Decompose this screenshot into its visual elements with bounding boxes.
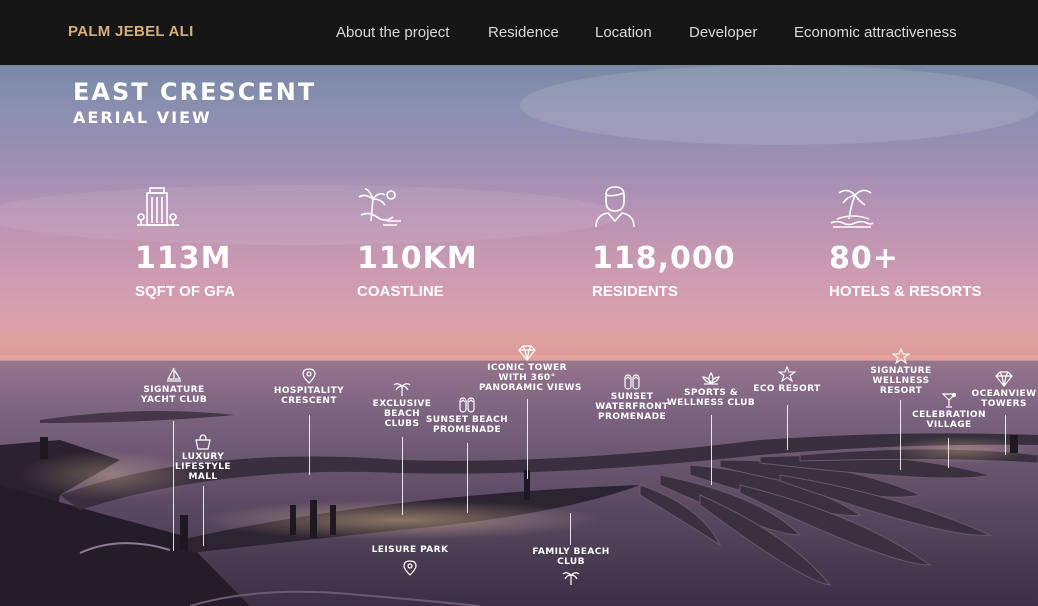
poi-line — [1005, 415, 1006, 455]
poi-leisure-park[interactable]: LEISURE PARK — [368, 545, 452, 578]
poi-line — [711, 415, 712, 485]
stat-residents: 118,000 RESIDENTS — [592, 185, 735, 300]
stat-gfa-value: 113M — [135, 241, 232, 276]
palm-tree-icon — [562, 572, 580, 585]
stat-gfa-label: SQFT OF GFA — [135, 283, 235, 300]
poi-iconic-tower[interactable]: ICONIC TOWER WITH 360° PANORAMIC VIEWS — [479, 345, 582, 393]
cocktail-icon — [941, 392, 957, 408]
shopping-bag-icon — [195, 434, 211, 450]
poi-label: ICONIC TOWER WITH 360° PANORAMIC VIEWS — [479, 363, 582, 393]
poi-line — [402, 437, 403, 515]
stat-hotels-resorts-value: 80+ — [829, 241, 899, 276]
poi-line — [570, 513, 571, 545]
nav-about-the-project[interactable]: About the project — [336, 24, 449, 41]
poi-label: FAMILY BEACH CLUB — [532, 547, 610, 567]
stat-coastline-value: 110KM — [357, 241, 478, 276]
poi-label: CELEBRATION VILLAGE — [912, 410, 986, 430]
star-icon — [892, 348, 910, 364]
poi-label: SUNSET WATERFRONT PROMENADE — [595, 392, 669, 422]
top-navigation-bar: PALM JEBEL ALI About the project Residen… — [0, 0, 1038, 65]
poi-line — [309, 415, 310, 475]
diamond-icon — [518, 345, 536, 361]
poi-label: SIGNATURE YACHT CLUB — [140, 385, 208, 405]
coastline-icon — [358, 188, 401, 226]
nav-economic-attractiveness[interactable]: Economic attractiveness — [794, 24, 957, 41]
poi-oceanview-towers[interactable]: OCEANVIEW TOWERS — [970, 371, 1038, 409]
diamond-icon — [995, 371, 1013, 387]
resident-icon — [595, 186, 635, 228]
stat-coastline: 110KM COASTLINE — [357, 185, 477, 300]
poi-line — [467, 443, 468, 513]
building-icon — [137, 187, 179, 226]
poi-label: OCEANVIEW TOWERS — [971, 389, 1037, 409]
aerial-view-hero: EAST CRESCENT AERIAL VIEW 113M SQFT OF G… — [0, 65, 1038, 606]
poi-hospitality-crescent[interactable]: HOSPITALITY CRESCENT — [270, 368, 348, 406]
palm-island-icon — [830, 189, 874, 228]
stat-gfa: 113M SQFT OF GFA — [135, 185, 235, 300]
nav-developer[interactable]: Developer — [689, 24, 757, 41]
poi-luxury-lifestyle-mall[interactable]: LUXURY LIFESTYLE MALL — [172, 434, 234, 482]
map-pin-icon — [403, 560, 417, 576]
poi-family-beach-club[interactable]: FAMILY BEACH CLUB — [528, 547, 614, 588]
brand-logo[interactable]: PALM JEBEL ALI — [68, 23, 194, 40]
aerial-scene-illustration — [0, 65, 1038, 606]
poi-label: ECO RESORT — [753, 384, 821, 394]
area-subtitle: AERIAL VIEW — [73, 108, 212, 127]
poi-label: LEISURE PARK — [371, 545, 449, 555]
lotus-icon — [702, 371, 720, 385]
star-icon — [778, 366, 796, 382]
stat-hotels-resorts: 80+ HOTELS & RESORTS — [829, 185, 982, 300]
poi-line — [787, 405, 788, 450]
poi-eco-resort[interactable]: ECO RESORT — [750, 366, 824, 394]
nav-residence[interactable]: Residence — [488, 24, 559, 41]
nav-location[interactable]: Location — [595, 24, 652, 41]
stat-hotels-resorts-label: HOTELS & RESORTS — [829, 283, 982, 300]
poi-line — [900, 400, 901, 470]
area-title: EAST CRESCENT — [73, 78, 317, 106]
poi-sports-wellness-club[interactable]: SPORTS & WELLNESS CLUB — [666, 370, 756, 408]
poi-signature-yacht-club[interactable]: SIGNATURE YACHT CLUB — [140, 367, 208, 405]
poi-line — [527, 399, 528, 479]
poi-label: HOSPITALITY CRESCENT — [273, 386, 345, 406]
poi-line — [948, 438, 949, 468]
stat-residents-value: 118,000 — [592, 241, 736, 276]
stat-coastline-label: COASTLINE — [357, 283, 444, 300]
flip-flops-icon — [459, 397, 475, 413]
poi-line — [203, 486, 204, 546]
flip-flops-icon — [624, 374, 640, 390]
stat-residents-label: RESIDENTS — [592, 283, 678, 300]
poi-label: LUXURY LIFESTYLE MALL — [174, 452, 231, 482]
poi-signature-wellness-resort[interactable]: SIGNATURE WELLNESS RESORT — [866, 348, 936, 396]
poi-label: SUNSET BEACH PROMENADE — [425, 415, 509, 435]
poi-sunset-beach-promenade[interactable]: SUNSET BEACH PROMENADE — [424, 397, 510, 435]
poi-label: SPORTS & WELLNESS CLUB — [666, 388, 756, 408]
map-pin-icon — [302, 368, 316, 384]
sailboat-icon — [166, 367, 182, 382]
poi-sunset-waterfront-promenade[interactable]: SUNSET WATERFRONT PROMENADE — [592, 374, 672, 422]
palm-tree-icon — [393, 383, 411, 396]
